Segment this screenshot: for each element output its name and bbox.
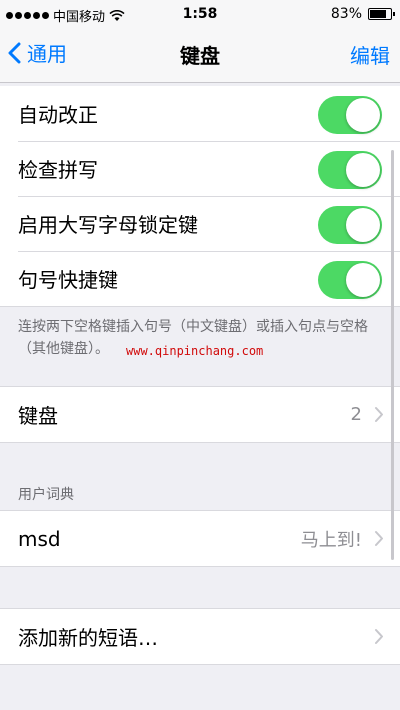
- toggle-label: 句号快捷键: [18, 268, 118, 292]
- dictionary-entry-row[interactable]: msd 马上到!: [0, 511, 400, 566]
- spellcheck-switch[interactable]: [318, 151, 382, 189]
- chevron-right-icon: [375, 531, 383, 546]
- add-phrase-row[interactable]: 添加新的短语…: [0, 609, 400, 664]
- keyboards-count: 2: [350, 404, 362, 425]
- edit-button[interactable]: 编辑: [350, 40, 390, 69]
- user-dictionary-header: 用户词典: [18, 487, 74, 503]
- add-phrase-label: 添加新的短语…: [18, 626, 158, 650]
- toggle-label: 检查拼写: [18, 158, 98, 182]
- battery-icon: [368, 8, 395, 20]
- chevron-right-icon: [375, 407, 383, 422]
- user-dictionary-group: msd 马上到!: [0, 510, 400, 567]
- period-shortcut-switch[interactable]: [318, 261, 382, 299]
- keyboards-row[interactable]: 键盘 2: [0, 387, 400, 442]
- page-title: 键盘: [180, 44, 220, 68]
- status-bar: 中国移动 1:58 83%: [0, 3, 400, 25]
- keyboards-label: 键盘: [18, 404, 58, 428]
- toggle-row-autocorrect: 自动改正: [0, 86, 400, 141]
- chevron-right-icon: [375, 629, 383, 644]
- dictionary-shortcut: msd: [18, 526, 61, 551]
- scrollbar[interactable]: [391, 150, 394, 560]
- dictionary-phrase: 马上到!: [300, 529, 362, 551]
- toggle-label: 自动改正: [18, 103, 98, 127]
- caps-lock-switch[interactable]: [318, 206, 382, 244]
- keyboards-group: 键盘 2: [0, 386, 400, 443]
- toggle-row-period-shortcut: 句号快捷键: [0, 251, 400, 306]
- watermark: www.qinpinchang.com: [126, 344, 264, 358]
- keyboard-settings-screen: 中国移动 1:58 83% 通用 键盘 编辑 自动改正 检查拼写 启用大写字母锁…: [0, 0, 400, 710]
- toggle-label: 启用大写字母锁定键: [18, 213, 198, 237]
- autocorrect-switch[interactable]: [318, 96, 382, 134]
- add-phrase-group: 添加新的短语…: [0, 608, 400, 665]
- navigation-bar: 通用 键盘 编辑: [0, 32, 400, 76]
- top-bar: 中国移动 1:58 83% 通用 键盘 编辑: [0, 0, 400, 83]
- toggle-group: 自动改正 检查拼写 启用大写字母锁定键 句号快捷键: [0, 86, 400, 307]
- battery-percent: 83%: [330, 6, 362, 22]
- toggle-row-spellcheck: 检查拼写: [0, 141, 400, 196]
- toggle-row-caps-lock: 启用大写字母锁定键: [0, 196, 400, 251]
